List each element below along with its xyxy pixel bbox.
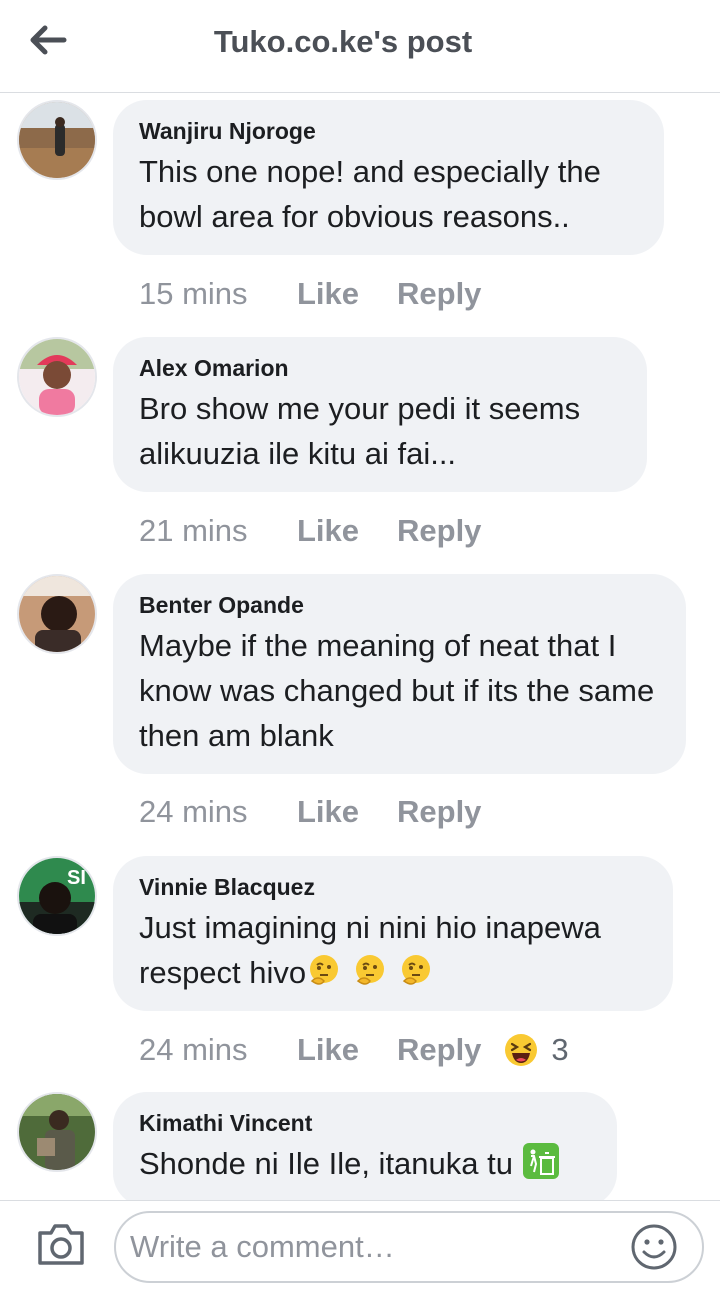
laughing-face-icon — [505, 1034, 538, 1066]
avatar[interactable]: SI — [17, 856, 97, 936]
reaction-summary[interactable]: 3 — [503, 1032, 569, 1068]
comment-author[interactable]: Wanjiru Njoroge — [139, 116, 638, 146]
comment-actions: 24 mins Like Reply — [139, 792, 481, 832]
like-button[interactable]: Like — [297, 513, 397, 549]
comment-bubble: Alex Omarion Bro show me your pedi it se… — [113, 337, 647, 492]
comment-time[interactable]: 15 mins — [139, 276, 297, 312]
comment-text: Maybe if the meaning of neat that I know… — [139, 628, 655, 753]
comment-text: This one nope! and especially the bowl a… — [139, 154, 601, 234]
comment-text: Bro show me your pedi it seems alikuuzia… — [139, 391, 581, 471]
top-bar: Tuko.co.ke's post — [0, 0, 720, 93]
reply-button[interactable]: Reply — [397, 794, 481, 830]
comment-author[interactable]: Benter Opande — [139, 590, 660, 620]
reply-button[interactable]: Reply — [397, 276, 481, 312]
like-button[interactable]: Like — [297, 276, 397, 312]
comment-time[interactable]: 24 mins — [139, 1032, 297, 1068]
page-title: Tuko.co.ke's post — [213, 24, 473, 59]
like-button[interactable]: Like — [297, 794, 397, 830]
avatar[interactable] — [17, 574, 97, 654]
comment-bubble: Benter Opande Maybe if the meaning of ne… — [113, 574, 686, 774]
comment-text: Shonde ni Ile Ile, itanuka tu — [139, 1141, 591, 1186]
thinking-face-icon — [402, 955, 431, 985]
comment-author[interactable]: Vinnie Blacquez — [139, 872, 647, 902]
like-button[interactable]: Like — [297, 1032, 397, 1068]
avatar[interactable] — [17, 100, 97, 180]
comment-text: Just imagining ni nini hio inapewa respe… — [139, 905, 647, 995]
reply-button[interactable]: Reply — [397, 513, 481, 549]
thinking-face-icon — [356, 955, 385, 985]
comment-time[interactable]: 24 mins — [139, 794, 297, 830]
trash-can-icon — [522, 1143, 559, 1179]
comment-composer — [0, 1200, 720, 1290]
comment-list: Wanjiru Njoroge This one nope! and espec… — [0, 92, 720, 1200]
camera-icon[interactable] — [36, 1221, 86, 1267]
comment-actions: 15 mins Like Reply — [139, 274, 481, 314]
svg-text:SI: SI — [67, 867, 86, 889]
comment-author[interactable]: Kimathi Vincent — [139, 1108, 591, 1138]
thinking-face-icon — [310, 955, 339, 985]
comment-bubble: Kimathi Vincent Shonde ni Ile Ile, itanu… — [113, 1092, 617, 1200]
comment-text-body: Shonde ni Ile Ile, itanuka tu — [139, 1146, 513, 1181]
reaction-count: 3 — [551, 1032, 569, 1067]
emoji-picker-icon[interactable] — [630, 1223, 678, 1271]
comment-bubble: Vinnie Blacquez Just imagining ni nini h… — [113, 856, 673, 1011]
comment-author[interactable]: Alex Omarion — [139, 353, 621, 383]
comment-actions: 24 mins Like Reply 3 — [139, 1030, 569, 1070]
comment-bubble: Wanjiru Njoroge This one nope! and espec… — [113, 100, 664, 255]
avatar[interactable] — [17, 1092, 97, 1172]
reply-button[interactable]: Reply — [397, 1032, 481, 1068]
comment-input[interactable] — [114, 1211, 704, 1283]
comment-actions: 21 mins Like Reply — [139, 511, 481, 551]
comment-time[interactable]: 21 mins — [139, 513, 297, 549]
avatar[interactable] — [17, 337, 97, 417]
